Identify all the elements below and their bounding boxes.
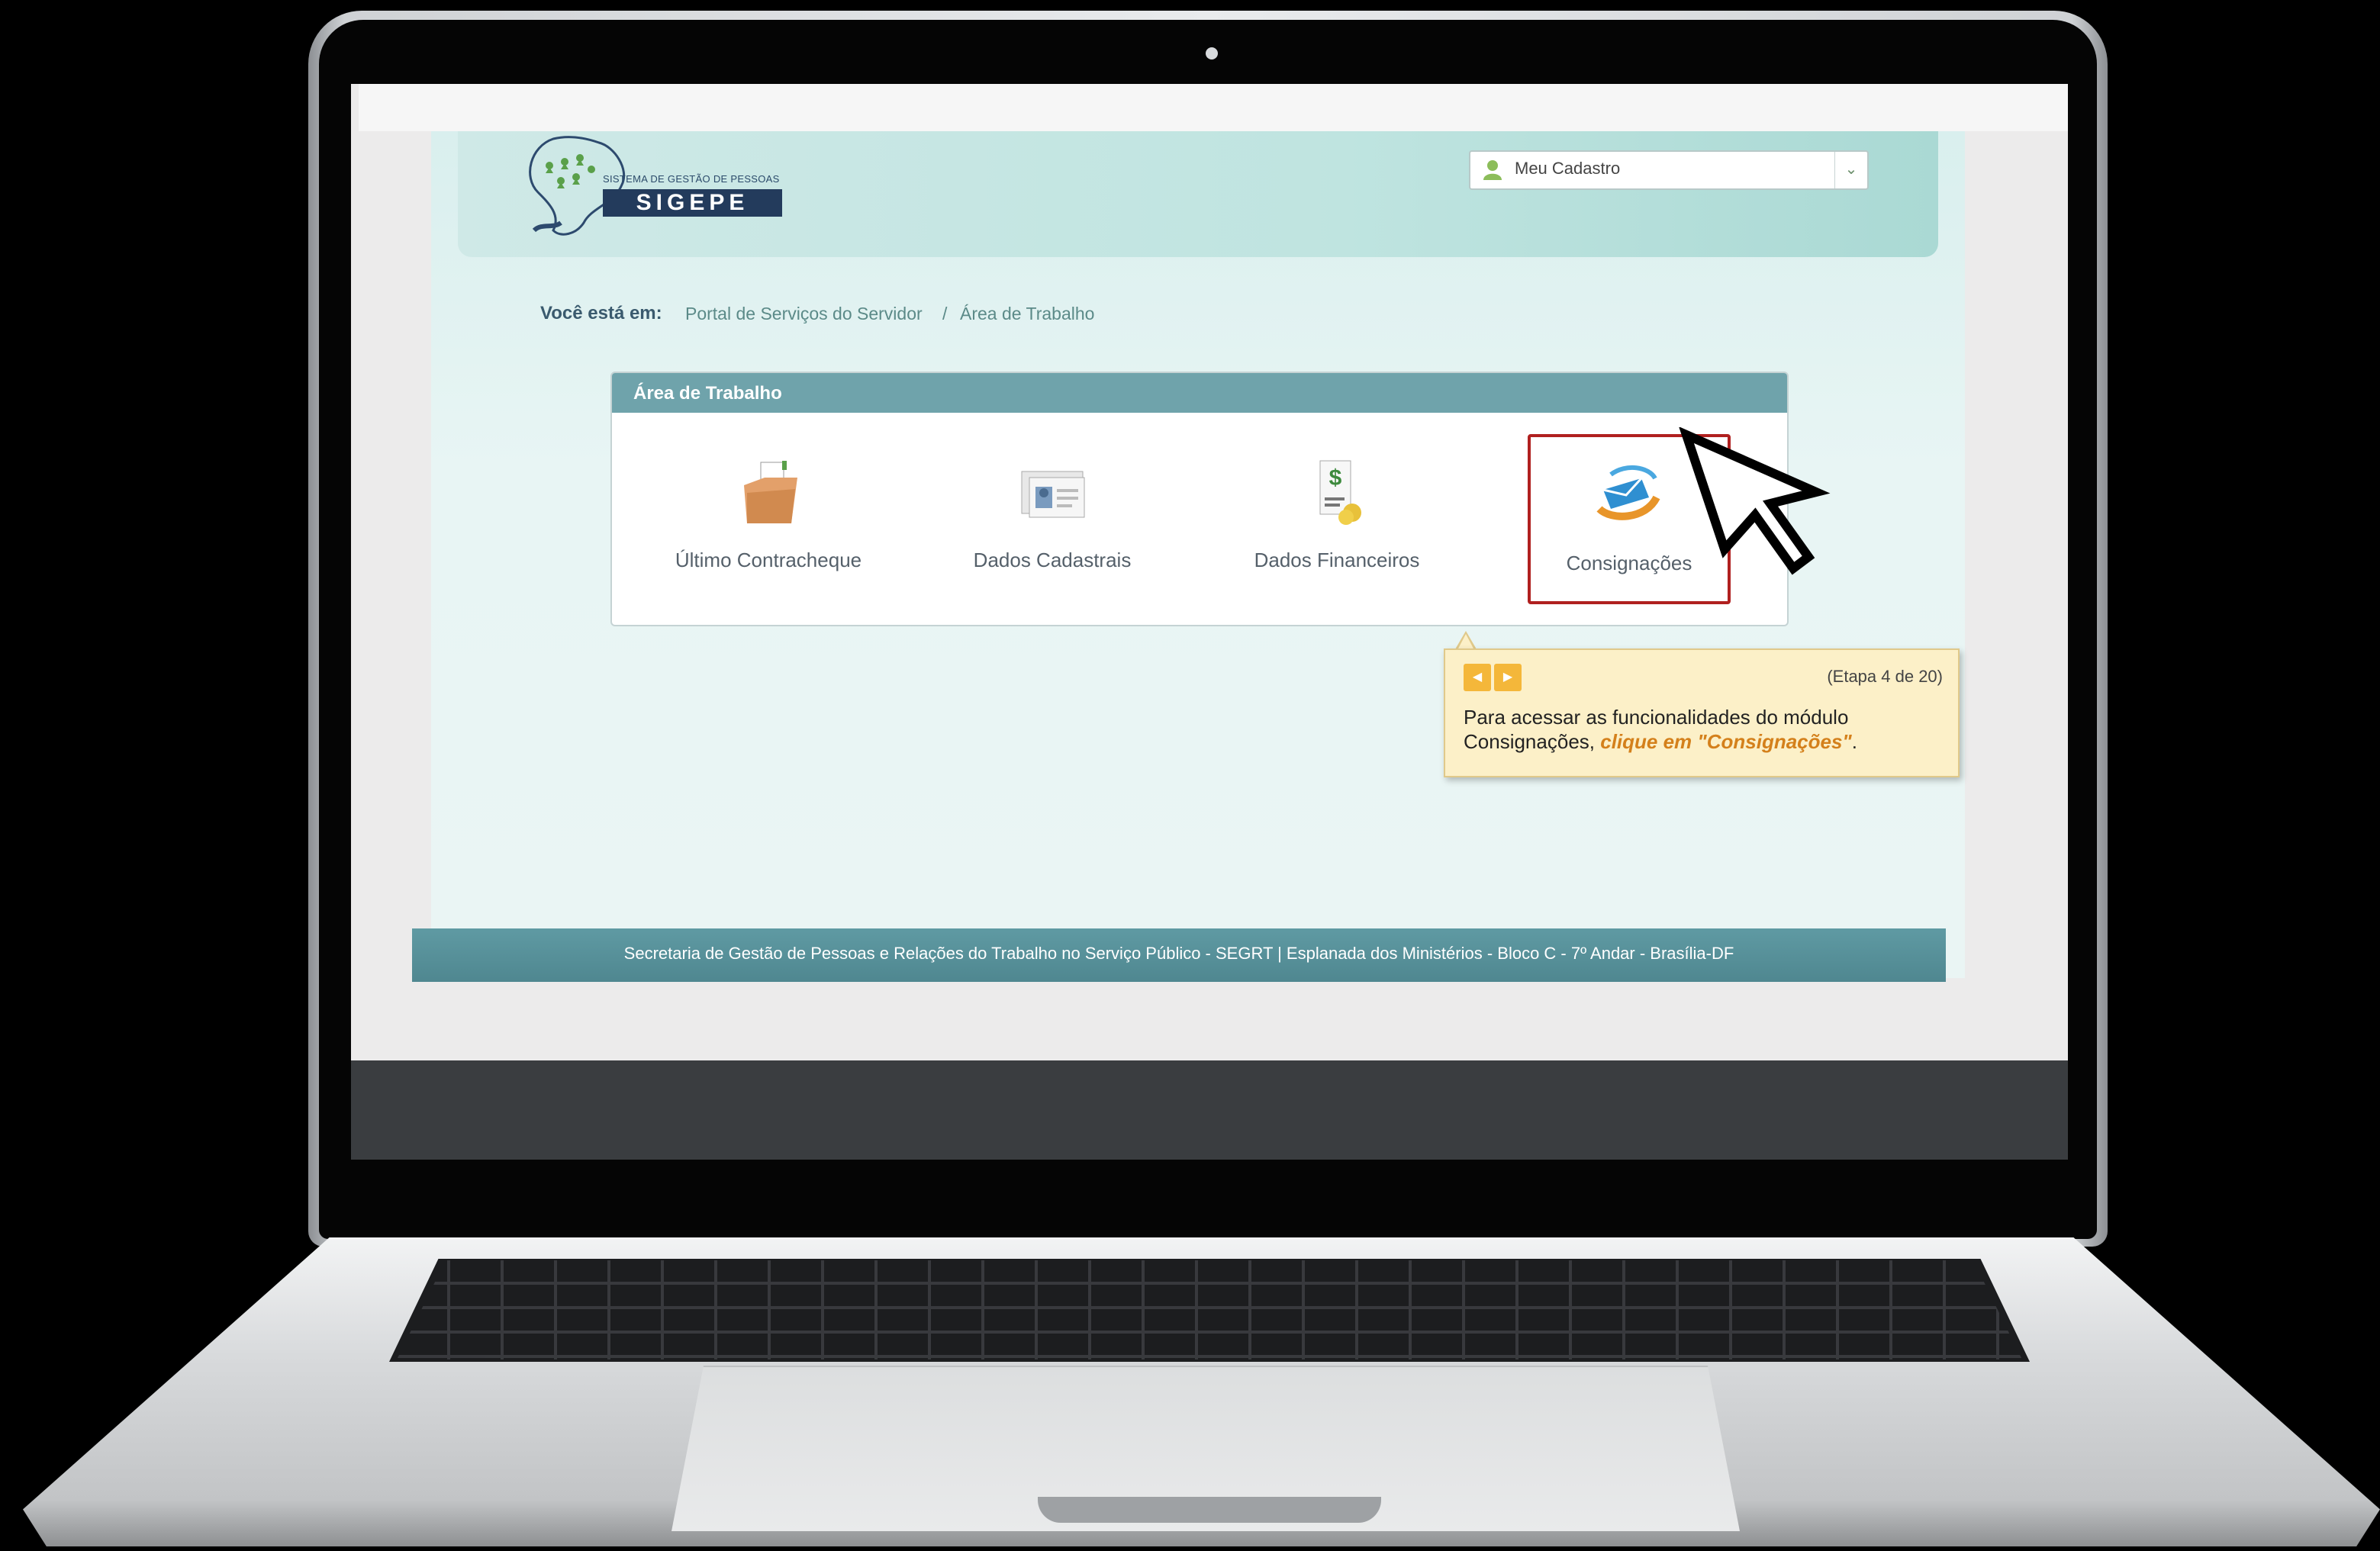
breadcrumb-link-portal[interactable]: Portal de Serviços do Servidor [685,304,923,324]
money-document-icon: $ [1319,460,1361,525]
tooltip-pointer-fill [1457,634,1474,650]
site-header: SISTEMA DE GESTÃO DE PESSOAS SIGEPE Meu … [458,131,1938,257]
user-icon [1483,160,1502,180]
id-cards-icon [1021,471,1085,518]
panel-header: Área de Trabalho [612,373,1787,413]
logo-people-map-icon [529,136,626,236]
logo-subtitle: SISTEMA DE GESTÃO DE PESSOAS [603,173,780,185]
tile-dados-financeiros[interactable]: $ Dados Financeiros [1211,413,1463,623]
chevron-down-icon[interactable]: ⌄ [1834,152,1867,188]
previous-step-button[interactable]: ◀ [1464,664,1491,691]
site-footer: Secretaria de Gestão de Pessoas e Relaçõ… [412,928,1946,982]
footer-text: Secretaria de Gestão de Pessoas e Relaçõ… [623,944,1734,963]
folder-icon [744,461,797,523]
pointer-cursor-icon [1679,427,1831,575]
panel-title: Área de Trabalho [633,383,782,404]
tutorial-tooltip: ◀ ▶ (Etapa 4 de 20) Para acessar as func… [1444,648,1960,777]
svg-text:$: $ [1329,465,1342,491]
tile-ultimo-contracheque[interactable]: Último Contracheque [643,413,894,623]
laptop-screen: SISTEMA DE GESTÃO DE PESSOAS SIGEPE Meu … [351,84,2068,1160]
breadcrumb-current: Área de Trabalho [960,304,1095,323]
tile-dados-cadastrais[interactable]: Dados Cadastrais [926,413,1178,623]
step-counter: (Etapa 4 de 20) [1827,667,1943,686]
keyboard-keys [397,1260,2022,1360]
screen-lower-area [351,1060,2068,1160]
tile-label: Dados Financeiros [1254,549,1420,571]
next-step-button[interactable]: ▶ [1494,664,1522,691]
tooltip-message: Para acessar as funcionalidades do módul… [1464,705,1944,754]
tooltip-text-end: . [1851,730,1857,753]
meu-cadastro-dropdown[interactable]: Meu Cadastro ⌄ [1469,150,1869,190]
browser-top-bar [359,84,2068,131]
camera [1206,47,1218,60]
tile-label: Último Contracheque [675,549,862,571]
tooltip-emphasis: clique em "Consignações" [1600,730,1852,753]
area-de-trabalho-panel: Área de Trabalho Último Contracheque Dad… [610,372,1789,626]
logo-name: SIGEPE [603,189,782,217]
envelope-swirl-icon [1596,465,1660,520]
tile-label: Dados Cadastrais [973,549,1132,571]
dropdown-label: Meu Cadastro [1515,159,1621,178]
lid-notch [1038,1497,1381,1523]
breadcrumb-lead: Você está em: [540,303,662,323]
breadcrumb-separator: / [942,304,948,323]
